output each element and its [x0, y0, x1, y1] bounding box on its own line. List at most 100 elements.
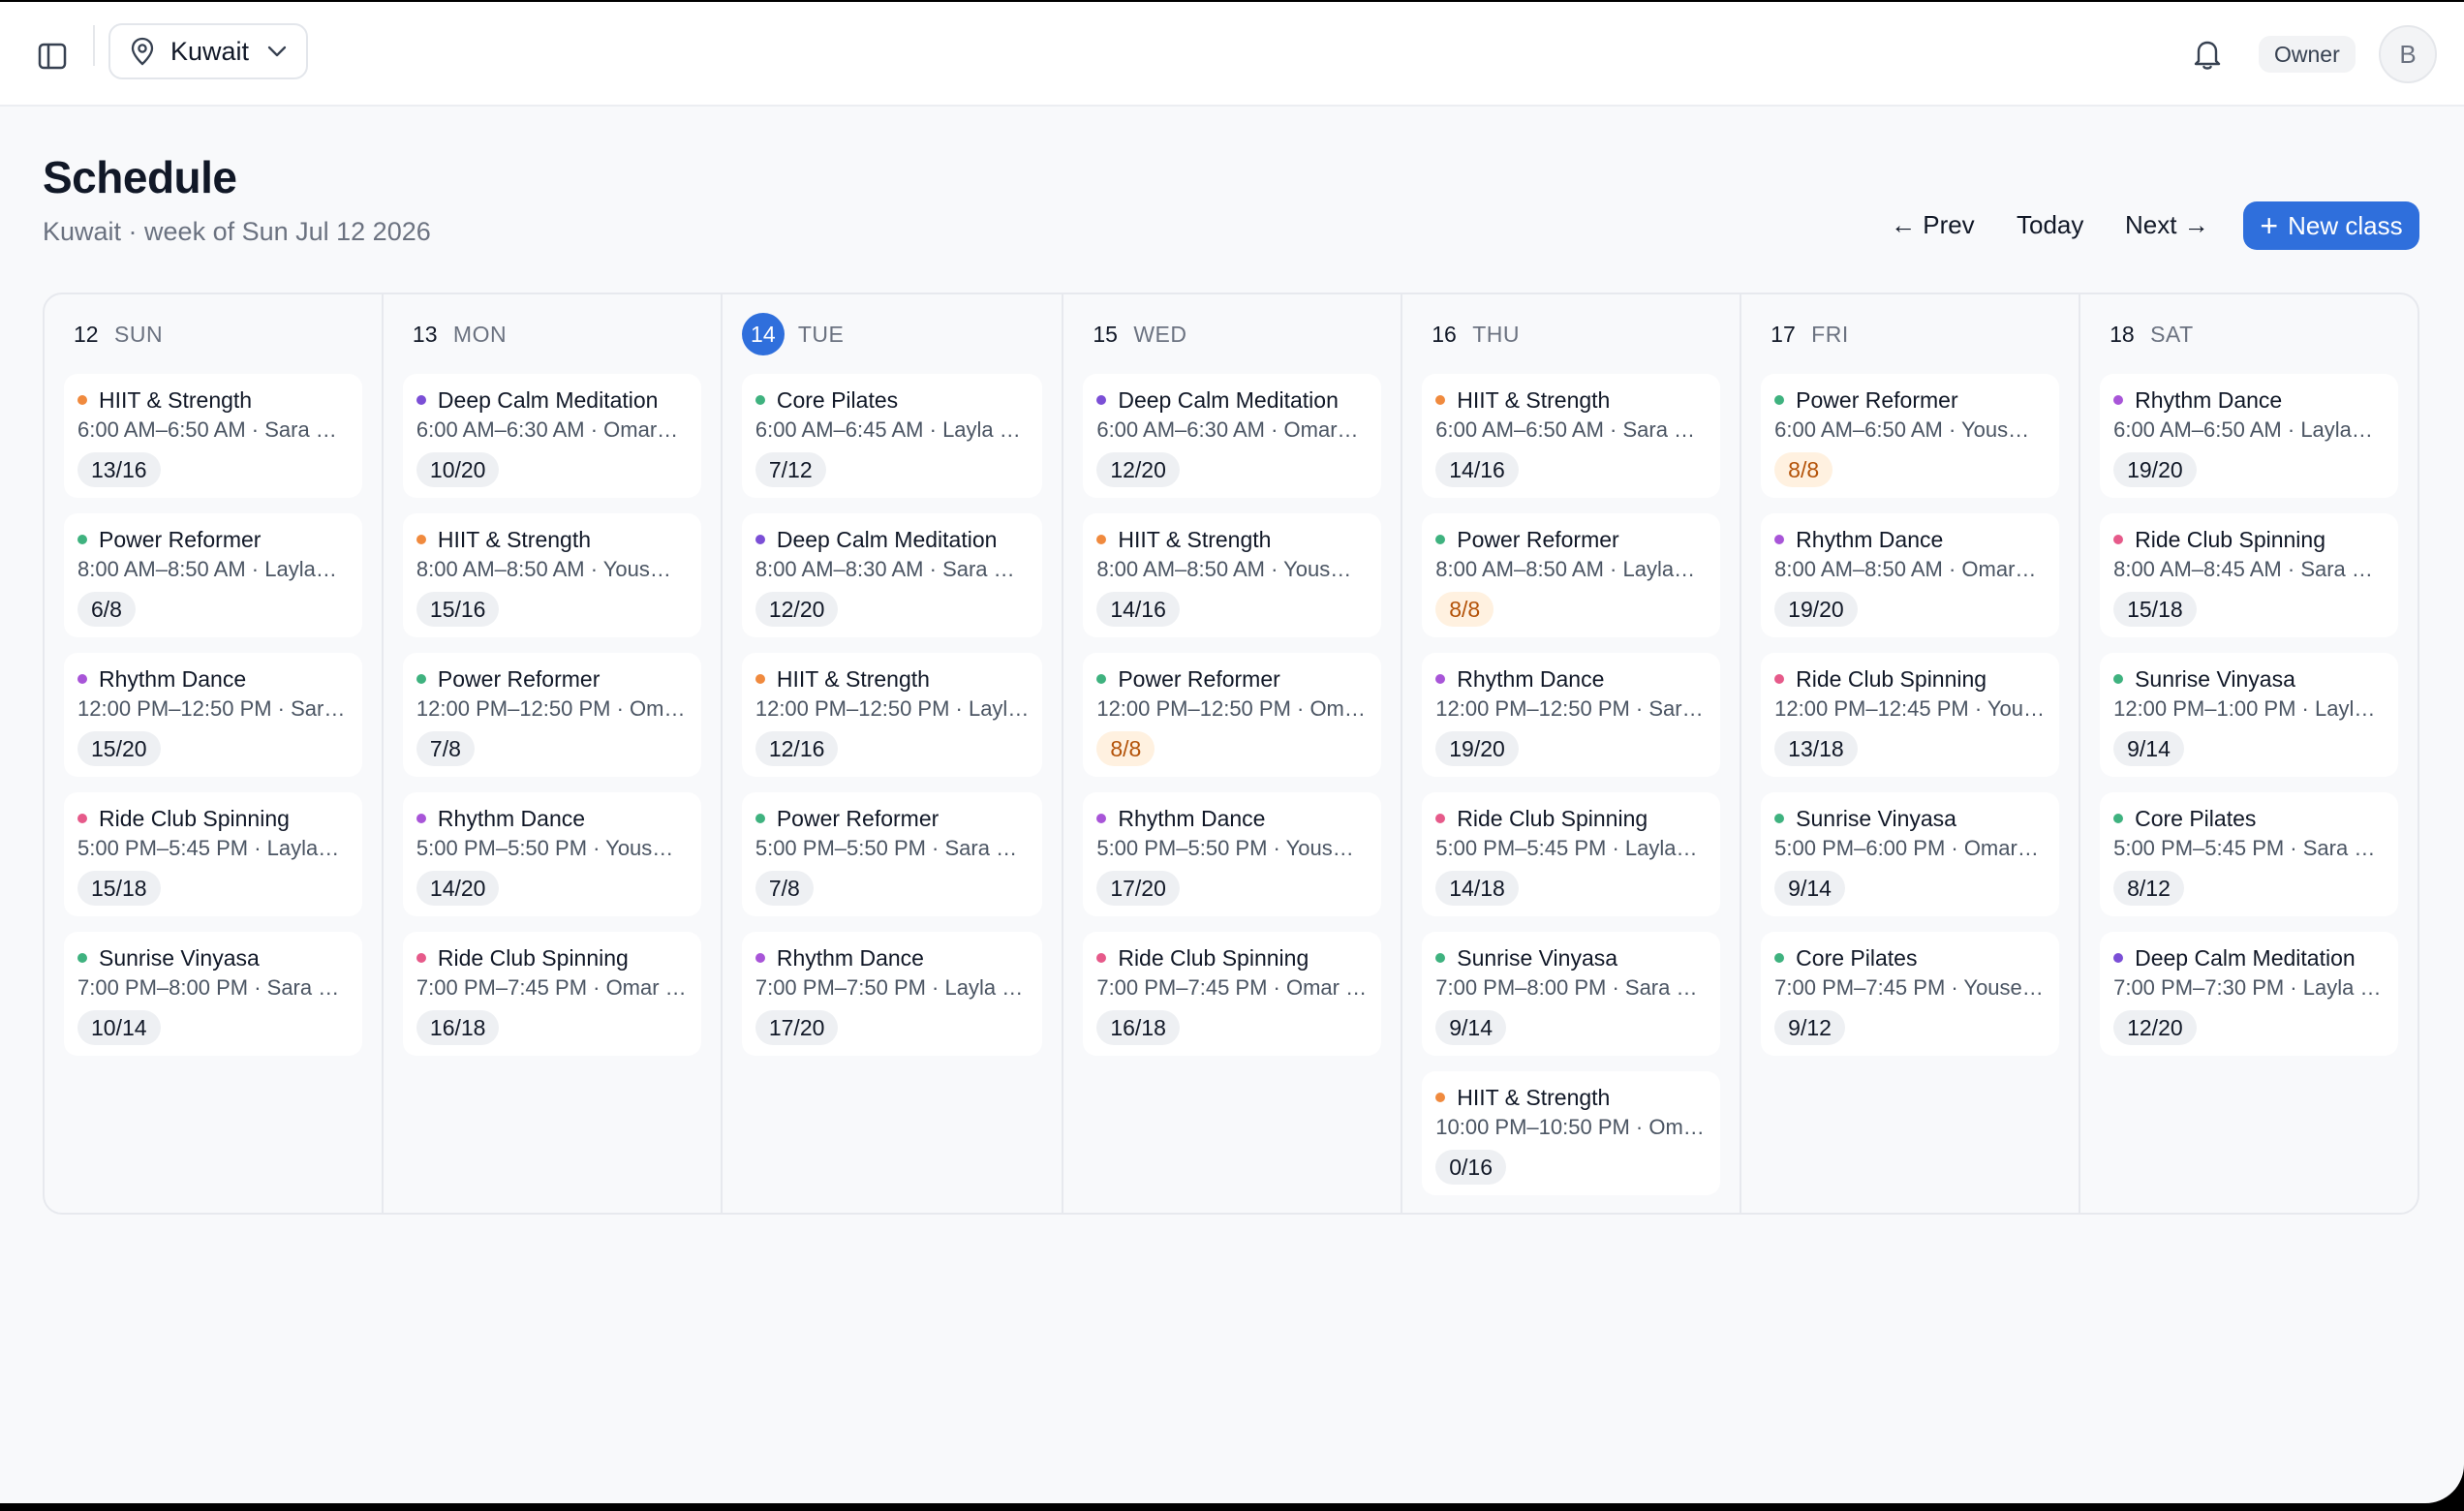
class-time-instructor: 6:00 AM–6:50 AM · Sara …: [77, 417, 337, 442]
class-card[interactable]: HIIT & Strength 12:00 PM–12:50 PM · Layl……: [741, 653, 1043, 777]
capacity-badge: 7/12: [755, 452, 826, 487]
capacity-badge: 14/16: [1096, 592, 1180, 627]
class-card[interactable]: Rhythm Dance 12:00 PM–12:50 PM · Sar… 15/2…: [64, 653, 362, 777]
class-time-instructor: 6:00 AM–6:30 AM · Omar…: [1096, 417, 1359, 442]
class-card[interactable]: Power Reformer 5:00 PM–5:50 PM · Sara … 7/…: [741, 792, 1043, 916]
next-week-button[interactable]: Next →: [2125, 205, 2209, 244]
class-color-dot: [416, 535, 426, 544]
class-card[interactable]: Sunrise Vinyasa 7:00 PM–8:00 PM · Sara … 9…: [1422, 932, 1721, 1056]
capacity-badge: 9/14: [2113, 731, 2184, 766]
class-card[interactable]: Ride Club Spinning 8:00 AM–8:45 AM · Sara…: [2100, 513, 2399, 637]
class-name: Power Reformer: [1796, 386, 1958, 413]
class-card[interactable]: Sunrise Vinyasa 12:00 PM–1:00 PM · Layl… 9…: [2100, 653, 2399, 777]
bell-icon[interactable]: [2191, 37, 2224, 72]
class-name: Deep Calm Meditation: [1118, 386, 1339, 413]
class-time-instructor: 8:00 AM–8:45 AM · Sara …: [2113, 557, 2373, 581]
day-header: 17 FRI: [1741, 294, 2079, 374]
class-title-row: Power Reformer: [1774, 385, 2046, 415]
capacity-badge: 12/20: [755, 592, 839, 627]
class-title-row: Ride Club Spinning: [1774, 664, 2046, 694]
class-name: Core Pilates: [1796, 944, 1918, 971]
app-window: Kuwait Owner B Schedule Kuwait · week of…: [0, 2, 2464, 1503]
class-card[interactable]: Rhythm Dance 7:00 PM–7:50 PM · Layla … 17/…: [741, 932, 1043, 1056]
avatar[interactable]: B: [2379, 25, 2437, 83]
class-time-instructor: 6:00 AM–6:50 AM · Layla…: [2113, 417, 2373, 442]
class-card[interactable]: Deep Calm Meditation 7:00 PM–7:30 PM · La…: [2100, 932, 2399, 1056]
class-time-instructor: 12:00 PM–12:50 PM · Om…: [1096, 696, 1366, 721]
plus-icon: +: [2260, 208, 2279, 243]
sidebar-toggle-icon[interactable]: [33, 37, 72, 76]
class-card[interactable]: HIIT & Strength 10:00 PM–10:50 PM · Om… 0/…: [1422, 1071, 1721, 1195]
class-card[interactable]: Core Pilates 7:00 PM–7:45 PM · Youse… 9/12: [1761, 932, 2060, 1056]
day-number: 12: [74, 321, 99, 347]
class-color-dot: [77, 674, 87, 684]
capacity-badge: 9/12: [1774, 1010, 1845, 1045]
class-card[interactable]: Sunrise Vinyasa 7:00 PM–8:00 PM · Sara … 1…: [64, 932, 362, 1056]
class-name: Power Reformer: [99, 526, 262, 552]
prev-week-button[interactable]: ← Prev: [1891, 205, 1975, 244]
capacity-badge: 16/18: [1096, 1010, 1180, 1045]
class-card[interactable]: Rhythm Dance 6:00 AM–6:50 AM · Layla… 19/2…: [2100, 374, 2399, 498]
class-card[interactable]: Ride Club Spinning 5:00 PM–5:45 PM · Layl…: [1422, 792, 1721, 916]
class-card[interactable]: Deep Calm Meditation 6:00 AM–6:30 AM · Om…: [402, 374, 701, 498]
class-name: Rhythm Dance: [776, 944, 924, 971]
today-button[interactable]: Today: [2017, 205, 2083, 244]
day-name: THU: [1472, 321, 1521, 347]
class-time-instructor: 7:00 PM–8:00 PM · Sara …: [1435, 975, 1698, 1000]
day-number: 16: [1432, 321, 1457, 347]
class-title-row: Rhythm Dance: [77, 664, 349, 694]
class-name: Deep Calm Meditation: [2135, 944, 2356, 971]
class-time-instructor: 12:00 PM–12:45 PM · You…: [1774, 696, 2046, 721]
class-title-row: Sunrise Vinyasa: [1435, 943, 1707, 972]
capacity-badge: 6/8: [77, 592, 136, 627]
capacity-badge: 10/20: [416, 452, 500, 487]
class-card[interactable]: Rhythm Dance 5:00 PM–5:50 PM · Yous… 17/20: [1083, 792, 1382, 916]
role-badge: Owner: [2259, 36, 2356, 73]
class-card[interactable]: HIIT & Strength 6:00 AM–6:50 AM · Sara … 1…: [64, 374, 362, 498]
class-card[interactable]: HIIT & Strength 8:00 AM–8:50 AM · Yous… 15…: [402, 513, 701, 637]
class-time-instructor: 7:00 PM–7:45 PM · Omar …: [416, 975, 687, 1000]
class-card[interactable]: Power Reformer 12:00 PM–12:50 PM · Om… 8/8: [1083, 653, 1382, 777]
capacity-badge: 19/20: [2113, 452, 2197, 487]
capacity-badge: 19/20: [1435, 731, 1519, 766]
class-card[interactable]: Sunrise Vinyasa 5:00 PM–6:00 PM · Omar… 9/…: [1761, 792, 2060, 916]
class-name: Ride Club Spinning: [1457, 805, 1648, 831]
class-color-dot: [1096, 535, 1107, 544]
class-time-instructor: 6:00 AM–6:50 AM · Sara …: [1435, 417, 1696, 442]
class-card[interactable]: Rhythm Dance 5:00 PM–5:50 PM · Yous… 14/20: [402, 792, 701, 916]
class-card[interactable]: Power Reformer 12:00 PM–12:50 PM · Om… 7/8: [402, 653, 701, 777]
class-card[interactable]: HIIT & Strength 8:00 AM–8:50 AM · Yous… 14…: [1083, 513, 1382, 637]
location-selector[interactable]: Kuwait: [108, 23, 308, 79]
class-card[interactable]: Ride Club Spinning 7:00 PM–7:45 PM · Omar…: [402, 932, 701, 1056]
class-card[interactable]: Rhythm Dance 12:00 PM–12:50 PM · Sar… 19/2…: [1422, 653, 1721, 777]
class-card[interactable]: Ride Club Spinning 5:00 PM–5:45 PM · Layl…: [64, 792, 362, 916]
class-card[interactable]: Core Pilates 6:00 AM–6:45 AM · Layla … 7/1…: [741, 374, 1043, 498]
class-card[interactable]: HIIT & Strength 6:00 AM–6:50 AM · Sara … 1…: [1422, 374, 1721, 498]
class-card[interactable]: Power Reformer 8:00 AM–8:50 AM · Layla… 6/…: [64, 513, 362, 637]
class-color-dot: [77, 953, 87, 963]
map-pin-icon: [128, 37, 157, 66]
class-card[interactable]: Core Pilates 5:00 PM–5:45 PM · Sara … 8/12: [2100, 792, 2399, 916]
day-header: 15 WED: [1063, 294, 1401, 374]
class-card[interactable]: Ride Club Spinning 12:00 PM–12:45 PM · Yo…: [1761, 653, 2060, 777]
new-class-button[interactable]: + New class: [2243, 201, 2419, 250]
class-title-row: Power Reformer: [755, 804, 1029, 833]
class-card[interactable]: Rhythm Dance 8:00 AM–8:50 AM · Omar… 19/20: [1761, 513, 2060, 637]
class-time-instructor: 6:00 AM–6:30 AM · Omar…: [416, 417, 679, 442]
class-color-dot: [1774, 395, 1785, 405]
class-card[interactable]: Ride Club Spinning 7:00 PM–7:45 PM · Omar…: [1083, 932, 1382, 1056]
class-name: Core Pilates: [776, 386, 899, 413]
class-card[interactable]: Deep Calm Meditation 6:00 AM–6:30 AM · Om…: [1083, 374, 1382, 498]
class-color-dot: [77, 535, 87, 544]
day-column-sun: 12 SUN HIIT & Strength 6:00 AM–6:50 AM · Sa…: [45, 294, 384, 1213]
class-card[interactable]: Power Reformer 8:00 AM–8:50 AM · Layla… 8/…: [1422, 513, 1721, 637]
capacity-badge: 12/20: [2113, 1010, 2197, 1045]
day-column-fri: 17 FRI Power Reformer 6:00 AM–6:50 AM · You…: [1741, 294, 2081, 1213]
day-header: 16 THU: [1402, 294, 1740, 374]
class-title-row: Deep Calm Meditation: [416, 385, 688, 415]
class-card[interactable]: Deep Calm Meditation 8:00 AM–8:30 AM · Sa…: [741, 513, 1043, 637]
day-number: 14: [741, 313, 785, 355]
class-time-instructor: 8:00 AM–8:50 AM · Omar…: [1774, 557, 2037, 581]
capacity-badge: 17/20: [1096, 871, 1180, 906]
class-card[interactable]: Power Reformer 6:00 AM–6:50 AM · Yous… 8/8: [1761, 374, 2060, 498]
